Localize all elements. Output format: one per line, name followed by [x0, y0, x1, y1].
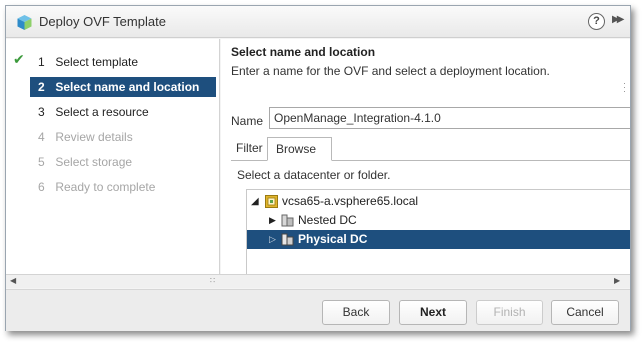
expand-forward-icon[interactable]: ▶▶	[612, 14, 625, 25]
step-select-template[interactable]: 1 Select template	[30, 52, 216, 72]
step-label: Select name and location	[55, 80, 200, 94]
step-select-storage: 5 Select storage	[30, 152, 216, 172]
button-bar: Back Next Finish Cancel	[6, 289, 630, 331]
tree-node-label: vcsa65-a.vsphere65.local	[282, 194, 419, 208]
step-number: 3	[38, 105, 45, 119]
step-select-resource[interactable]: 3 Select a resource	[30, 102, 216, 122]
splitter-grip-icon[interactable]: ∷	[210, 276, 215, 285]
step-number: 5	[38, 155, 45, 169]
datacenter-icon	[281, 214, 294, 227]
datacenter-icon	[281, 233, 294, 246]
main-panel: Select name and location Enter a name fo…	[221, 39, 630, 274]
scroll-right-icon[interactable]: ▶	[614, 276, 620, 285]
resize-grip-icon[interactable]: · · ·	[623, 79, 626, 96]
next-button[interactable]: Next	[399, 300, 467, 325]
title-bar: Deploy OVF Template ? ▶▶	[6, 6, 630, 38]
horizontal-scrollbar[interactable]: ◀ ▶	[6, 274, 630, 288]
section-title: Select name and location	[231, 45, 376, 59]
name-label: Name	[231, 114, 264, 128]
tree-node-label: Nested DC	[298, 213, 357, 227]
tab-browse[interactable]: Browse	[267, 137, 332, 161]
step-number: 4	[38, 130, 45, 144]
browse-hint: Select a datacenter or folder.	[237, 168, 391, 182]
collapsed-triangle-icon[interactable]: ▷	[269, 230, 276, 249]
step-number: 2	[38, 80, 45, 94]
cancel-button[interactable]: Cancel	[551, 300, 619, 325]
tree-node-nested-dc[interactable]: ▶ Nested DC	[247, 211, 630, 230]
step-number: 6	[38, 180, 45, 194]
expanded-triangle-icon[interactable]: ◢	[251, 192, 259, 211]
wizard-steps: ✔ 1 Select template 2 Select name and lo…	[6, 39, 220, 274]
step-select-name-location[interactable]: 2 Select name and location	[30, 77, 216, 97]
step-ready-to-complete: 6 Ready to complete	[30, 177, 216, 197]
ovf-package-icon	[17, 15, 32, 30]
tree-node-physical-dc[interactable]: ▷ Physical DC	[247, 230, 630, 249]
check-icon: ✔	[13, 51, 25, 67]
back-button[interactable]: Back	[322, 300, 390, 325]
step-label: Review details	[55, 130, 133, 144]
step-number: 1	[38, 55, 45, 69]
step-label: Select template	[55, 55, 139, 69]
step-review-details: 4 Review details	[30, 127, 216, 147]
deploy-ovf-dialog: Deploy OVF Template ? ▶▶ ✔ 1 Select temp…	[5, 5, 631, 331]
step-label: Ready to complete	[55, 180, 156, 194]
tab-filter[interactable]: Filter	[231, 137, 267, 161]
help-icon[interactable]: ?	[588, 13, 605, 30]
tree-node-vcenter[interactable]: ◢ vcsa65-a.vsphere65.local	[247, 192, 630, 211]
section-subtitle: Enter a name for the OVF and select a de…	[231, 64, 550, 78]
collapsed-triangle-icon[interactable]: ▶	[269, 211, 276, 230]
finish-button: Finish	[476, 300, 543, 325]
step-label: Select a resource	[55, 105, 149, 119]
scroll-left-icon[interactable]: ◀	[10, 276, 16, 285]
vcenter-icon	[265, 195, 278, 208]
dialog-title: Deploy OVF Template	[39, 14, 166, 29]
tree-node-label: Physical DC	[298, 232, 368, 246]
vm-name-input[interactable]: OpenManage_Integration-4.1.0	[269, 107, 630, 129]
inventory-tree: ◢ vcsa65-a.vsphere65.local ▶ Nested DC ▷	[246, 189, 630, 274]
step-label: Select storage	[55, 155, 133, 169]
